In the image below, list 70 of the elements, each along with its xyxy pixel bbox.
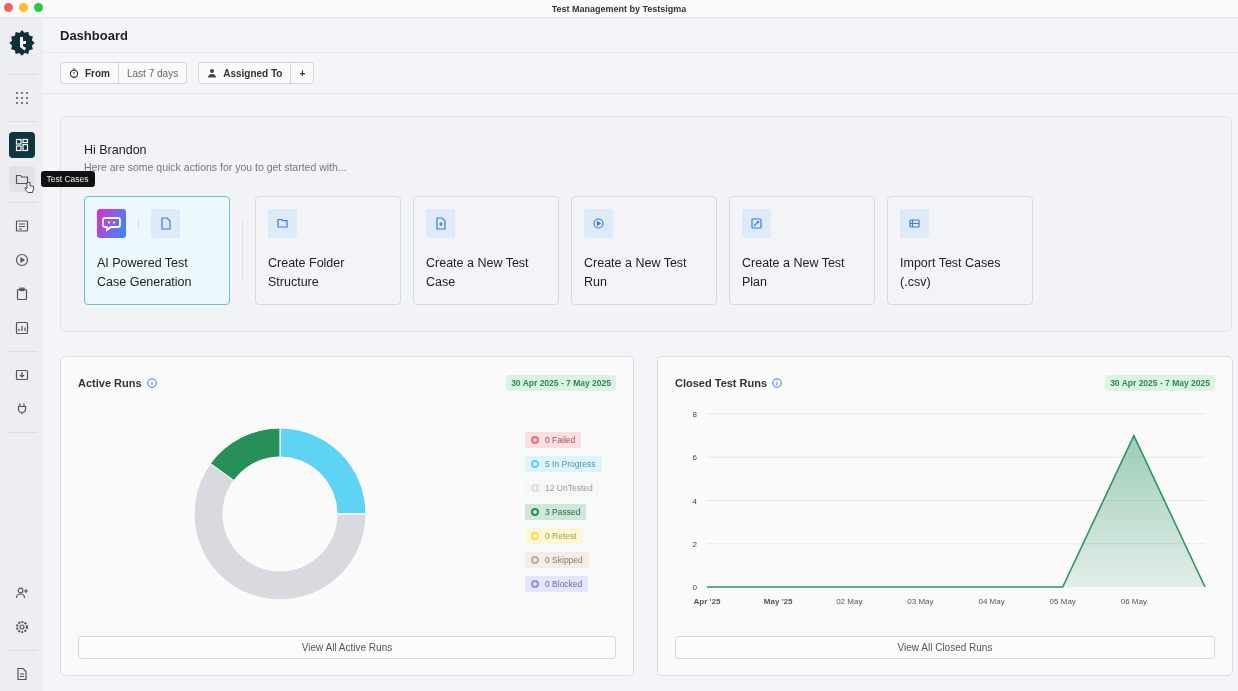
date-range-badge: 30 Apr 2025 - 7 May 2025: [506, 375, 616, 391]
chat-bot-icon: [97, 209, 126, 238]
x-tick-label: 04 May: [978, 597, 1005, 606]
y-tick-label: 0: [692, 583, 697, 592]
quick-action-card[interactable]: Create Folder Structure: [255, 196, 401, 305]
filter-control[interactable]: From Last 7 days: [60, 62, 188, 84]
legend-label: 0 Retest: [545, 530, 577, 541]
play-icon: [14, 253, 29, 267]
x-tick-label: May '25: [763, 597, 793, 606]
card-title: Active Runs: [78, 377, 142, 389]
legend-label: 12 UnTested: [545, 482, 593, 493]
filter-value[interactable]: Last 7 days: [119, 63, 187, 83]
user-add-icon: [14, 586, 29, 600]
quick-action-card[interactable]: Create a New Test Run: [571, 196, 717, 305]
tooltip: Test Cases: [40, 171, 95, 187]
greeting-subtitle: Here are some quick actions for you to get started with...: [84, 161, 348, 173]
filter-value[interactable]: +: [291, 63, 314, 83]
legend-label: 0 Blocked: [545, 578, 583, 589]
table-icon: [900, 209, 929, 238]
info-icon[interactable]: [146, 378, 157, 388]
download-icon: [14, 368, 29, 382]
plan-icon: [742, 209, 771, 238]
page-title: Dashboard: [60, 27, 128, 43]
quick-action-card[interactable]: AI Powered Test Case Generation: [84, 196, 230, 305]
dashboard-nav-button[interactable]: [8, 132, 35, 158]
folder-icon: [14, 172, 29, 186]
stopwatch-icon: [69, 68, 79, 78]
play-icon: [584, 209, 613, 238]
legend-label: 0 Failed: [545, 434, 576, 445]
view-all-button[interactable]: View All Active Runs: [78, 636, 616, 659]
x-tick-label: 03 May: [907, 597, 934, 606]
quick-action-card[interactable]: Create a New Test Plan: [729, 196, 875, 305]
apps-icon: [14, 91, 29, 105]
list-icon: [14, 219, 29, 233]
y-tick-label: 6: [692, 453, 697, 463]
view-all-button[interactable]: View All Closed Runs: [675, 636, 1215, 659]
gear-logo-icon[interactable]: [7, 29, 36, 57]
y-tick-label: 4: [692, 496, 697, 506]
y-tick-label: 8: [692, 410, 697, 419]
filter-control[interactable]: Assigned To +: [198, 62, 315, 84]
legend-label: 3 Passed: [545, 506, 581, 517]
filter-label[interactable]: Assigned To: [199, 63, 292, 83]
doc-icon: [151, 209, 180, 238]
date-range-badge: 30 Apr 2025 - 7 May 2025: [1105, 375, 1215, 391]
legend-label: 5 In Progress: [545, 458, 596, 469]
settings-icon: [14, 620, 29, 634]
filter-label-text: Assigned To: [223, 67, 283, 79]
filter-label[interactable]: From: [61, 63, 119, 83]
greeting: Hi Brandon: [84, 143, 148, 157]
close-window-button[interactable]: [4, 3, 13, 12]
document-icon: [14, 667, 29, 681]
clipboard-icon: [14, 287, 29, 301]
y-tick-label: 2: [692, 539, 697, 549]
quick-action-card[interactable]: Create a New Test Case: [413, 196, 559, 305]
x-tick-label: Apr '25: [693, 597, 721, 606]
doc-plus-icon: [426, 209, 455, 238]
window-title: Test Management by Testsigma: [551, 3, 687, 14]
x-tick-label: 06 May: [1120, 597, 1147, 606]
x-tick-label: 05 May: [1049, 597, 1076, 606]
legend-label: 0 Skipped: [545, 554, 583, 565]
user-icon: [207, 68, 218, 78]
x-tick-label: 02 May: [836, 597, 863, 606]
dashboard-icon: [14, 138, 29, 152]
report-icon: [14, 321, 29, 335]
folder-icon: [268, 209, 297, 238]
card-title: Closed Test Runs: [675, 377, 768, 389]
info-icon[interactable]: [772, 378, 783, 388]
quick-action-card[interactable]: Import Test Cases (.csv): [887, 196, 1033, 305]
hand-cursor-icon: [23, 181, 34, 193]
filter-label-text: From: [85, 67, 110, 79]
